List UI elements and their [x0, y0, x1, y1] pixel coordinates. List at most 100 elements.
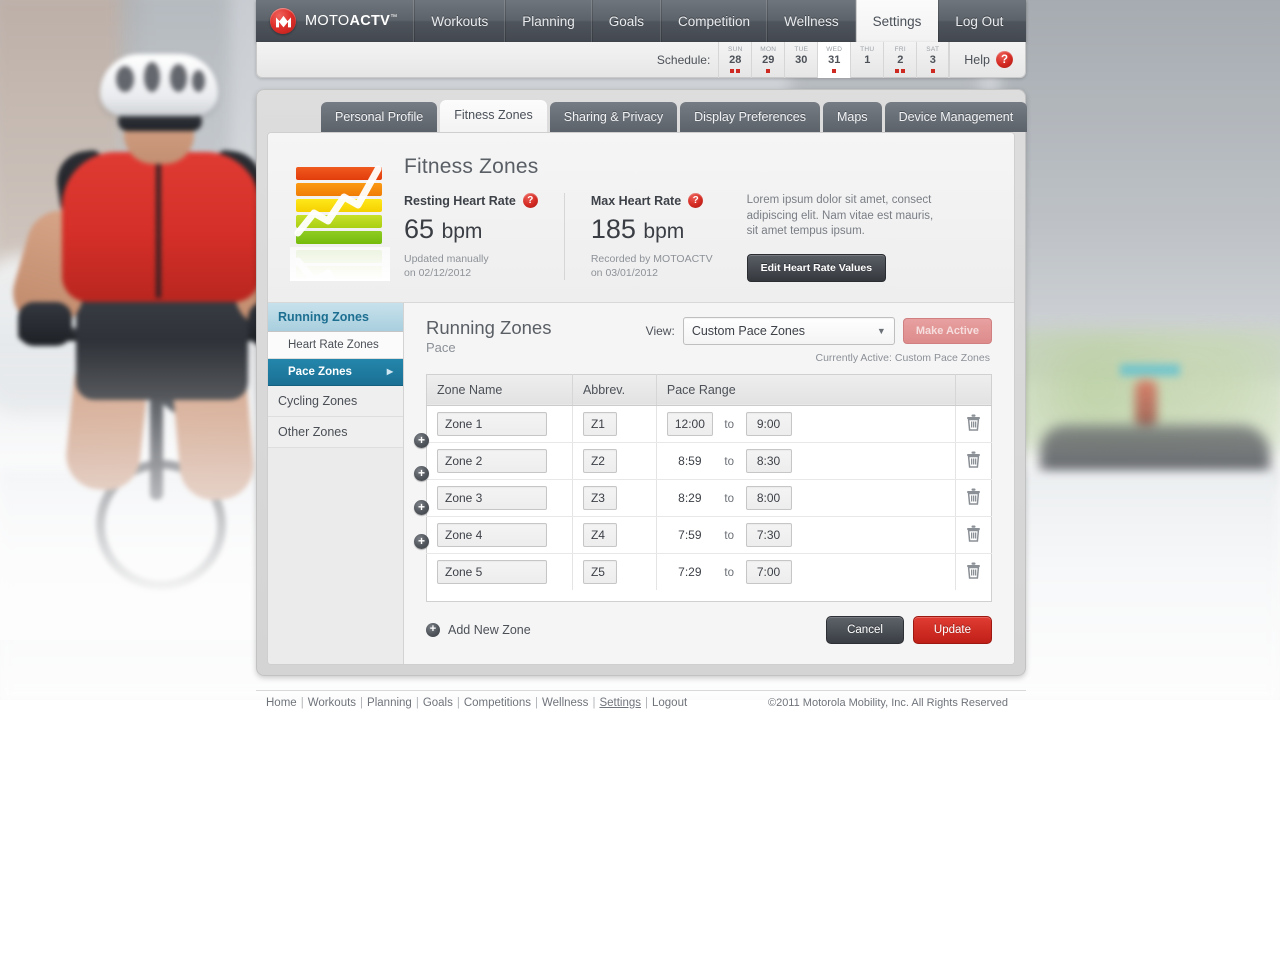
cell-delete: [955, 553, 992, 590]
pace-to-input[interactable]: 7:30: [745, 522, 792, 547]
day-of-week: THU: [860, 45, 875, 53]
schedule-day-mon[interactable]: MON 29: [751, 41, 784, 78]
tab-maps[interactable]: Maps: [822, 102, 882, 132]
sidebar-group-running-zones[interactable]: Running Zones: [268, 302, 403, 332]
plus-circle-icon[interactable]: +: [414, 465, 429, 481]
nav-item-workouts[interactable]: Workouts: [414, 0, 506, 42]
cell-zone-name: Zone 4: [426, 516, 573, 554]
nav-label: Settings: [872, 13, 922, 29]
question-mark-icon[interactable]: ?: [522, 193, 538, 208]
zone-name-input[interactable]: Zone 4: [437, 522, 547, 547]
footer-link-settings[interactable]: Settings: [599, 697, 641, 709]
update-button[interactable]: Update: [912, 615, 992, 644]
pace-to-input[interactable]: 7:00: [745, 559, 792, 584]
sidebar-item-pace-zones[interactable]: Pace Zones ▶: [268, 358, 403, 386]
zone-abbrev-input[interactable]: Z3: [582, 485, 617, 510]
resting-heart-rate-metric: Resting Heart Rate ? 65 bpm Updated manu…: [404, 193, 564, 280]
schedule-day-sat[interactable]: SAT 3: [916, 41, 950, 78]
tab-personal-profile[interactable]: Personal Profile: [321, 102, 438, 132]
day-of-week: MON: [760, 45, 777, 53]
range-to-label: to: [724, 418, 734, 431]
currently-active-note: Currently Active: Custom Pace Zones: [815, 351, 991, 364]
nav-item-planning[interactable]: Planning: [505, 0, 592, 42]
nav-item-wellness[interactable]: Wellness: [767, 0, 856, 42]
plus-circle-icon[interactable]: +: [414, 499, 429, 515]
day-of-week: FRI: [894, 45, 906, 53]
cell-pace-range: 8:29 to 8:00: [656, 479, 957, 517]
range-to-label: to: [724, 492, 734, 505]
tab-device-management[interactable]: Device Management: [884, 102, 1028, 132]
range-to-label: to: [724, 529, 734, 542]
day-number: 1: [864, 53, 871, 66]
footer-link-home[interactable]: Home: [266, 697, 297, 709]
tab-sharing-privacy[interactable]: Sharing & Privacy: [549, 102, 678, 132]
schedule-day-tue[interactable]: TUE 30: [784, 41, 817, 78]
trash-icon[interactable]: [966, 488, 981, 508]
trash-icon[interactable]: [966, 451, 981, 471]
pace-from-input[interactable]: 12:00: [666, 411, 713, 436]
schedule-label: Schedule:: [656, 52, 711, 67]
pace-to-input[interactable]: 8:30: [745, 448, 792, 473]
zone-abbrev-input[interactable]: Z1: [582, 411, 617, 436]
pace-to-input[interactable]: 8:00: [745, 485, 792, 510]
nav-label: Goals: [608, 13, 645, 29]
zone-abbrev-input[interactable]: Z4: [582, 522, 617, 547]
footer-link-planning[interactable]: Planning: [367, 697, 412, 709]
zone-abbrev-input[interactable]: Z5: [582, 559, 617, 584]
trash-icon[interactable]: [966, 414, 981, 434]
source-line-1: Updated manually: [404, 253, 489, 265]
zone-name-input[interactable]: Zone 5: [437, 559, 547, 584]
help-button[interactable]: Help ?: [949, 41, 1025, 78]
footer-link-goals[interactable]: Goals: [423, 697, 453, 709]
tab-display-preferences[interactable]: Display Preferences: [680, 102, 820, 132]
zone-name-input[interactable]: Zone 2: [437, 448, 547, 473]
trash-icon[interactable]: [966, 562, 981, 582]
sidebar-item-cycling-zones[interactable]: Cycling Zones: [268, 385, 403, 417]
zone-abbrev-input[interactable]: Z2: [582, 448, 617, 473]
table-header-row: Zone Name Abbrev. Pace Range: [426, 374, 992, 406]
cell-delete: [955, 479, 992, 517]
zones-heading-block: Running Zones Pace: [426, 317, 646, 355]
resting-heart-rate-value: 65 bpm: [404, 214, 538, 245]
copyright-text: ©2011 Motorola Mobility, Inc. All Rights…: [767, 696, 1008, 709]
schedule-day-sun[interactable]: SUN 28: [718, 41, 751, 78]
schedule-day-wed[interactable]: WED 31: [817, 41, 851, 78]
nav-item-log-out[interactable]: Log Out: [938, 0, 1019, 42]
footer-link-logout[interactable]: Logout: [652, 697, 687, 709]
zone-name-input[interactable]: Zone 1: [437, 411, 547, 436]
question-mark-icon[interactable]: ?: [688, 193, 704, 208]
day-number: 30: [795, 53, 808, 66]
view-select[interactable]: Custom Pace Zones ▼: [682, 316, 895, 345]
motorola-m-icon: [270, 8, 296, 34]
table-row: Zone 4 Z4 7:59 to 7:30: [426, 516, 992, 554]
footer-link-workouts[interactable]: Workouts: [308, 697, 356, 709]
sidebar-item-other-zones[interactable]: Other Zones: [268, 416, 403, 448]
trash-icon[interactable]: [966, 525, 981, 545]
footer-link-competitions[interactable]: Competitions: [464, 697, 531, 709]
make-active-button[interactable]: Make Active: [902, 317, 992, 344]
pace-from-value: 7:29: [678, 564, 702, 579]
cancel-button[interactable]: Cancel: [826, 615, 904, 644]
table-row: Zone 1 Z1 12:00 to 9:00: [426, 405, 992, 443]
nav-item-goals[interactable]: Goals: [591, 0, 662, 42]
nav-item-settings[interactable]: Settings: [855, 0, 939, 42]
add-new-zone-label: Add New Zone: [448, 622, 531, 637]
day-of-week: WED: [826, 45, 843, 53]
tab-label: Fitness Zones: [454, 108, 533, 122]
tab-fitness-zones[interactable]: Fitness Zones: [440, 100, 547, 132]
zone-name-input[interactable]: Zone 3: [437, 485, 547, 510]
nav-label: Competition: [678, 13, 751, 29]
schedule-day-fri[interactable]: FRI 2: [883, 41, 916, 78]
plus-circle-icon[interactable]: +: [414, 432, 429, 448]
footer-link-wellness[interactable]: Wellness: [542, 697, 588, 709]
resting-heart-rate-label: Resting Heart Rate ?: [404, 193, 538, 208]
add-new-zone-button[interactable]: + Add New Zone: [426, 622, 531, 637]
schedule-day-thu[interactable]: THU 1: [850, 41, 883, 78]
nav-item-competition[interactable]: Competition: [661, 0, 768, 42]
edit-heart-rate-values-button[interactable]: Edit Heart Rate Values: [746, 253, 887, 282]
sidebar-item-heart-rate-zones[interactable]: Heart Rate Zones: [268, 331, 403, 359]
pace-to-input[interactable]: 9:00: [745, 411, 792, 436]
plus-circle-icon[interactable]: +: [414, 533, 429, 549]
brand-logo[interactable]: MOTOACTV™: [256, 0, 415, 42]
cell-pace-range: 7:59 to 7:30: [656, 516, 957, 554]
